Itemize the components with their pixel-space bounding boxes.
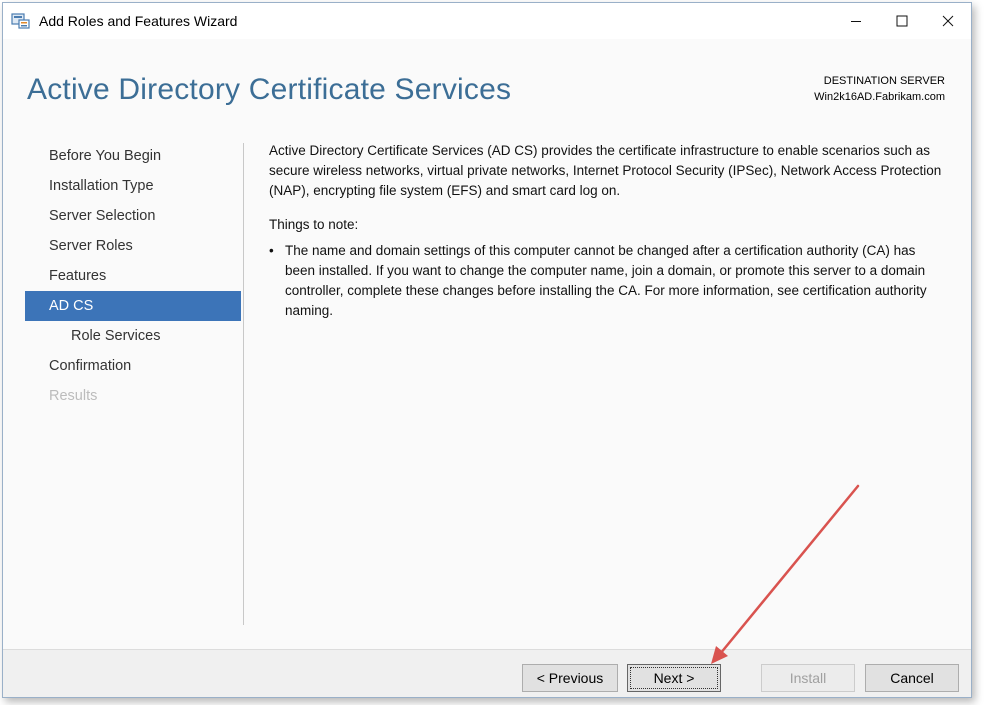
nav-item-installation-type[interactable]: Installation Type [25,171,241,201]
minimize-icon[interactable] [833,3,879,39]
install-button: Install [761,664,855,692]
wizard-footer: < Previous Next > Install Cancel [3,649,971,697]
note-text: The name and domain settings of this com… [285,243,927,318]
notes-heading: Things to note: [269,217,359,232]
cancel-button[interactable]: Cancel [865,664,959,692]
destination-server-info: DESTINATION SERVER Win2k16AD.Fabrikam.co… [814,73,945,105]
server-manager-icon [11,11,33,31]
nav-item-server-roles[interactable]: Server Roles [25,231,241,261]
nav-item-before-you-begin[interactable]: Before You Begin [25,141,241,171]
wizard-nav: Before You Begin Installation Type Serve… [25,141,241,411]
title-bar[interactable]: Add Roles and Features Wizard [3,3,971,39]
maximize-icon[interactable] [879,3,925,39]
nav-divider [243,143,244,625]
next-button[interactable]: Next > [627,664,721,692]
bullet-marker: • [269,243,274,258]
nav-item-ad-cs[interactable]: AD CS [25,291,241,321]
wizard-window: Add Roles and Features Wizard Active Dir… [2,2,972,698]
destination-server-name: Win2k16AD.Fabrikam.com [814,91,945,103]
nav-item-confirmation[interactable]: Confirmation [25,351,241,381]
wizard-content: Active Directory Certificate Services (A… [269,141,949,321]
note-bullet: • The name and domain settings of this c… [269,241,949,321]
close-icon[interactable] [925,3,971,39]
intro-text: Active Directory Certificate Services (A… [269,143,942,198]
nav-item-role-services[interactable]: Role Services [25,321,241,351]
nav-item-server-selection[interactable]: Server Selection [25,201,241,231]
page-title: Active Directory Certificate Services [27,73,512,106]
nav-item-results: Results [49,388,98,404]
nav-item-features[interactable]: Features [25,261,241,291]
destination-server-label: DESTINATION SERVER [823,75,945,87]
window-controls [833,3,971,39]
window-title: Add Roles and Features Wizard [39,13,238,29]
wizard-header: Active Directory Certificate Services DE… [3,39,971,131]
previous-button[interactable]: < Previous [522,664,618,692]
